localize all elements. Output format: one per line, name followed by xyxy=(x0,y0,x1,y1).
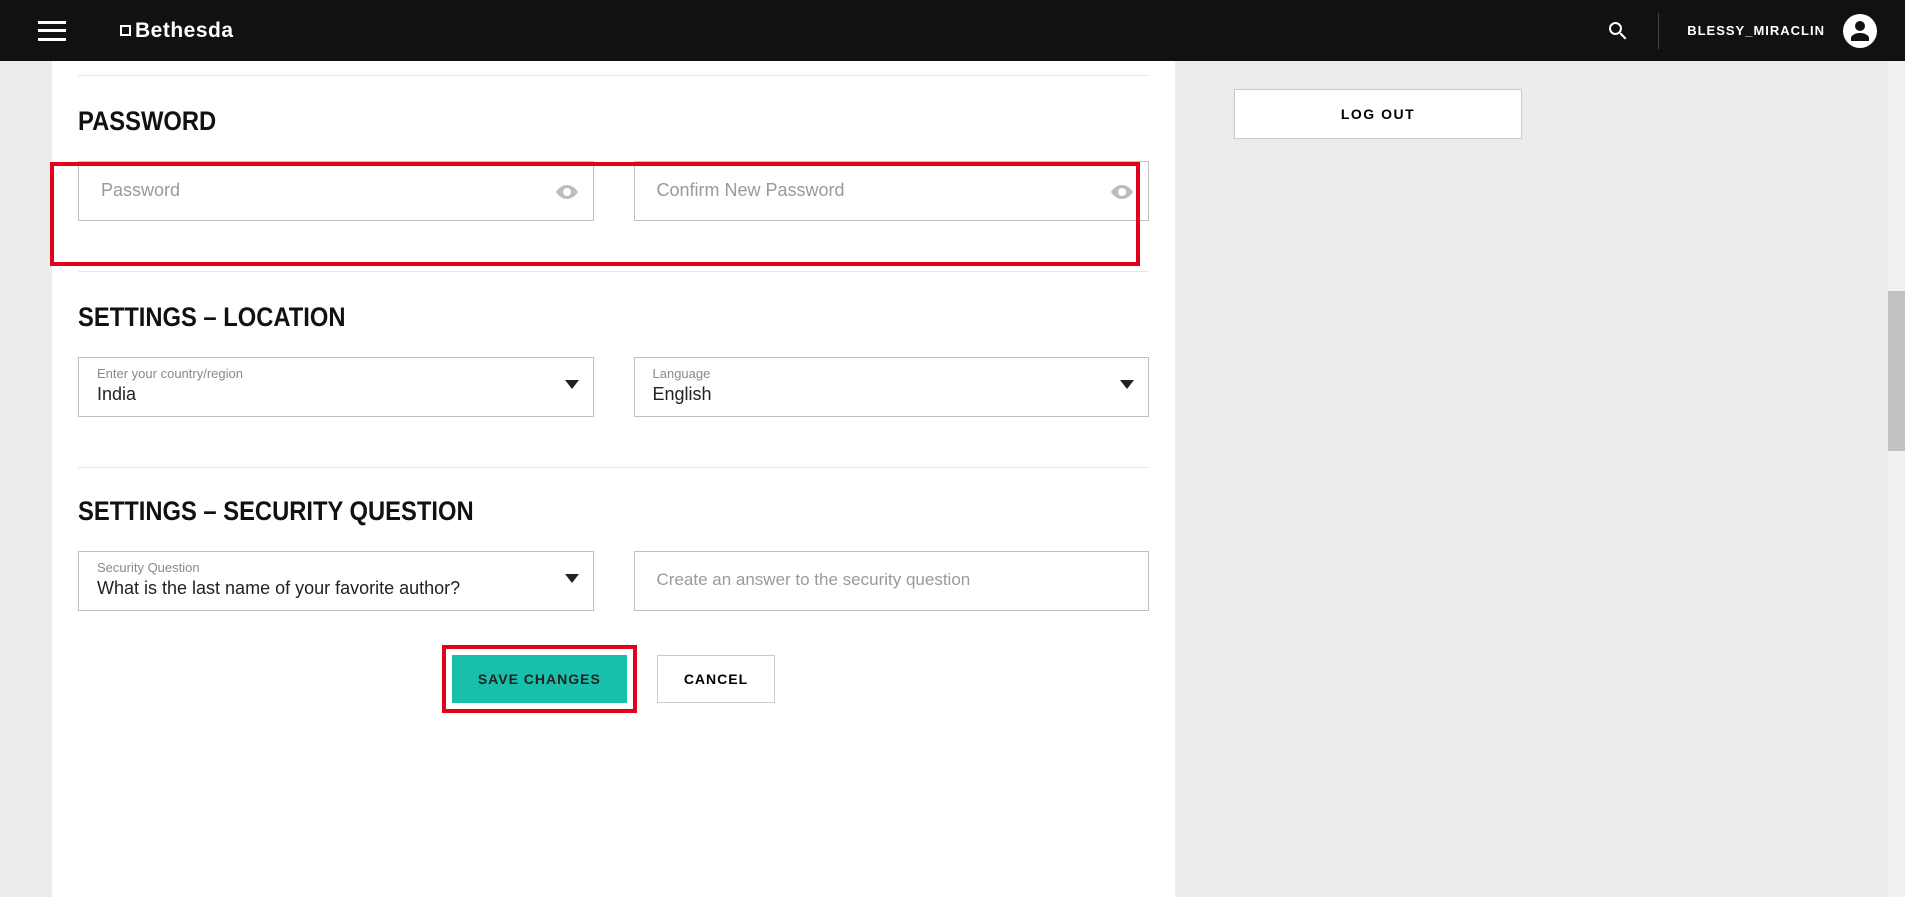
user-icon xyxy=(1848,19,1872,43)
divider xyxy=(78,75,1149,76)
security-answer-placeholder: Create an answer to the security questio… xyxy=(657,570,971,590)
logout-button[interactable]: LOG OUT xyxy=(1234,89,1522,139)
brand-square-icon xyxy=(120,25,131,36)
scrollbar-thumb[interactable] xyxy=(1888,291,1905,451)
section-title-password: PASSWORD xyxy=(78,106,1020,137)
search-icon[interactable] xyxy=(1606,19,1630,43)
chevron-down-icon[interactable] xyxy=(565,380,579,389)
security-answer-input[interactable]: Create an answer to the security questio… xyxy=(634,551,1150,611)
country-value: India xyxy=(97,384,136,405)
chevron-down-icon[interactable] xyxy=(565,574,579,583)
divider xyxy=(78,467,1149,468)
main-content: PASSWORD Password Confirm New Password xyxy=(52,61,1175,897)
header-username[interactable]: BLESSY_MIRACLIN xyxy=(1687,23,1825,38)
country-label: Enter your country/region xyxy=(97,366,243,381)
cancel-button[interactable]: CANCEL xyxy=(657,655,775,703)
section-title-location: SETTINGS – LOCATION xyxy=(78,302,1020,333)
app-header: Bethesda BLESSY_MIRACLIN xyxy=(0,0,1905,61)
eye-icon[interactable] xyxy=(555,180,579,204)
section-title-security: SETTINGS – SECURITY QUESTION xyxy=(78,496,1020,527)
language-label: Language xyxy=(653,366,711,381)
chevron-down-icon[interactable] xyxy=(1120,380,1134,389)
confirm-password-input[interactable]: Confirm New Password xyxy=(634,161,1150,221)
security-question-value: What is the last name of your favorite a… xyxy=(97,578,460,599)
scrollbar-track[interactable] xyxy=(1888,61,1905,897)
security-question-select[interactable]: Security Question What is the last name … xyxy=(78,551,594,611)
confirm-password-placeholder: Confirm New Password xyxy=(657,180,845,201)
sidebar: LOG OUT xyxy=(1188,61,1568,139)
brand-logo[interactable]: Bethesda xyxy=(120,19,234,43)
avatar[interactable] xyxy=(1843,14,1877,48)
country-select[interactable]: Enter your country/region India xyxy=(78,357,594,417)
menu-icon[interactable] xyxy=(38,21,66,41)
language-value: English xyxy=(653,384,712,405)
password-input[interactable]: Password xyxy=(78,161,594,221)
header-divider xyxy=(1658,13,1659,49)
password-placeholder: Password xyxy=(101,180,180,201)
save-button[interactable]: SAVE CHANGES xyxy=(452,655,627,703)
divider xyxy=(78,271,1149,272)
brand-text: Bethesda xyxy=(135,19,234,43)
eye-icon[interactable] xyxy=(1110,180,1134,204)
form-actions: SAVE CHANGES CANCEL xyxy=(64,655,1163,703)
language-select[interactable]: Language English xyxy=(634,357,1150,417)
security-question-label: Security Question xyxy=(97,560,200,575)
